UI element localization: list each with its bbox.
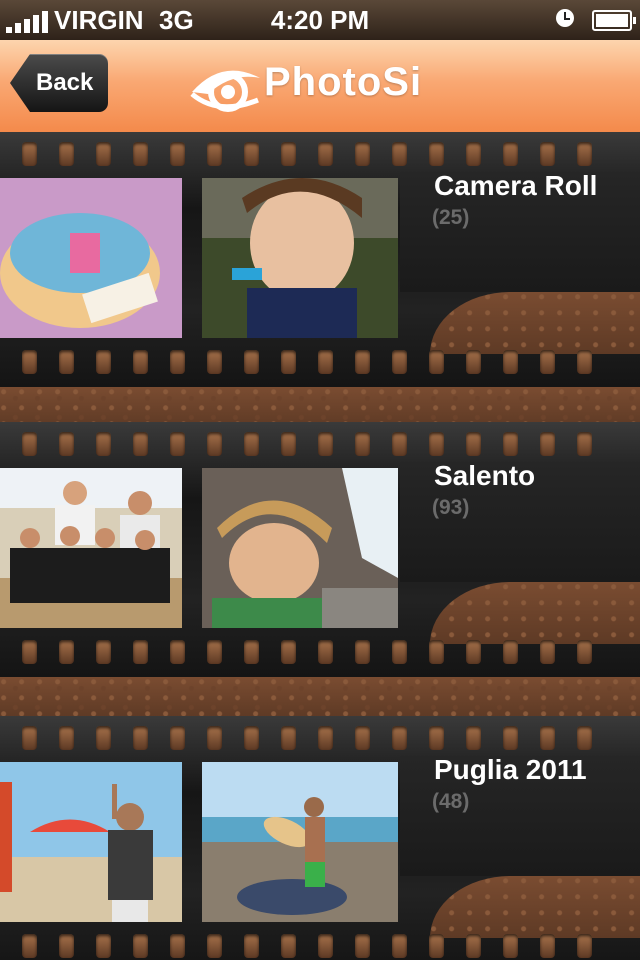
album-thumbnail bbox=[0, 468, 182, 628]
film-perforations bbox=[0, 934, 640, 960]
film-perforations bbox=[0, 726, 640, 754]
leather-background bbox=[0, 387, 640, 427]
album-thumbnail bbox=[0, 762, 182, 922]
battery-icon bbox=[592, 10, 636, 31]
film-perforations bbox=[0, 432, 640, 460]
album-title: Salento bbox=[434, 460, 536, 491]
alarm-clock-icon bbox=[556, 9, 574, 27]
leather-background bbox=[0, 677, 640, 717]
album-photo-count: (48) bbox=[432, 790, 470, 813]
photo-album-screen: VIRGIN 3G 4:20 PM Back PhotoSi Camera Ro… bbox=[0, 0, 640, 960]
album-thumbnail bbox=[202, 468, 398, 628]
clock-time: 4:20 PM bbox=[270, 5, 370, 35]
back-button[interactable]: Back bbox=[10, 54, 108, 112]
status-bar: VIRGIN 3G 4:20 PM bbox=[0, 0, 640, 40]
album-photo-count: (93) bbox=[432, 496, 470, 519]
album-thumbnail bbox=[202, 178, 398, 338]
album-row-camera-roll[interactable]: Camera Roll (25) bbox=[0, 132, 640, 387]
album-row-salento[interactable]: Salento (93) bbox=[0, 422, 640, 677]
album-title: Puglia 2011 bbox=[434, 754, 587, 785]
navigation-bar: Back PhotoSi bbox=[0, 40, 640, 135]
film-perforations bbox=[0, 350, 640, 378]
album-photo-count: (25) bbox=[432, 206, 470, 229]
film-perforations bbox=[0, 142, 640, 170]
app-logo-text: PhotoSi bbox=[264, 60, 423, 104]
album-thumbnail bbox=[202, 762, 398, 922]
film-perforations bbox=[0, 640, 640, 668]
album-thumbnail bbox=[0, 178, 182, 338]
album-title: Camera Roll bbox=[434, 170, 598, 201]
album-row-puglia-2011[interactable]: Puglia 2011 (48) bbox=[0, 716, 640, 960]
